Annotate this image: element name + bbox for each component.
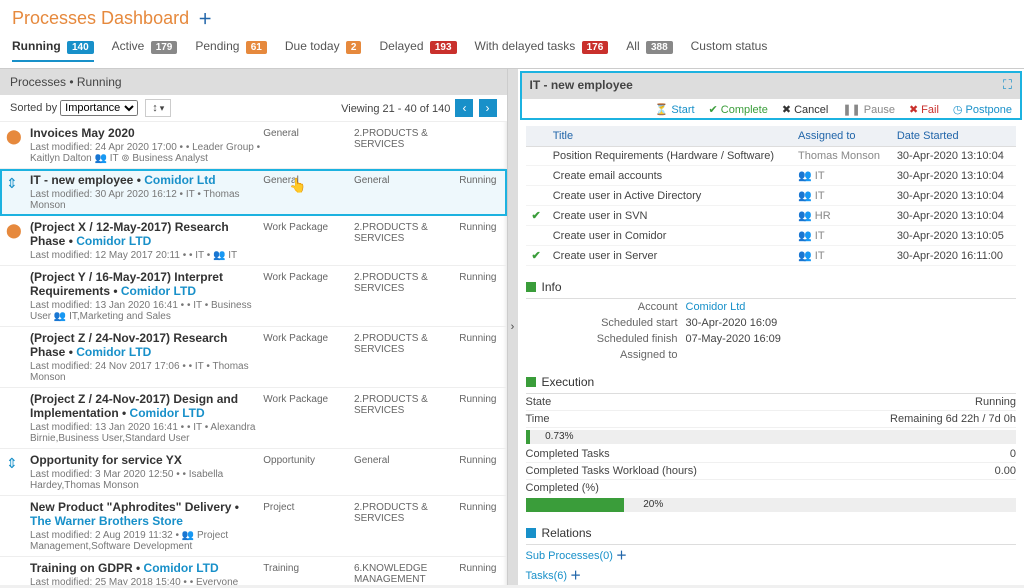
process-row[interactable]: (Project Z / 24-Nov-2017) Design and Imp… <box>0 388 507 449</box>
tab-due-today[interactable]: Due today 2 <box>285 39 362 54</box>
relations-header: Relations <box>542 526 592 540</box>
tab-pending[interactable]: Pending 61 <box>195 39 267 54</box>
start-button[interactable]: ⏳ Start <box>655 103 695 116</box>
process-list[interactable]: ⬤Invoices May 2020Last modified: 24 Apr … <box>0 122 507 585</box>
execution-header: Execution <box>542 375 595 389</box>
col-title[interactable]: Title <box>547 126 792 147</box>
account-link[interactable]: Comidor Ltd <box>686 301 746 313</box>
check-icon: ✔ <box>532 250 541 262</box>
tasks-link[interactable]: Tasks(6) ＋ <box>526 565 1017 585</box>
execution-icon <box>526 377 536 387</box>
info-icon <box>526 282 536 292</box>
info-header: Info <box>542 280 562 294</box>
pause-button[interactable]: ❚❚ Pause <box>842 103 895 116</box>
process-account-link[interactable]: Comidor LTD <box>76 234 151 248</box>
process-row[interactable]: ⬤Invoices May 2020Last modified: 24 Apr … <box>0 122 507 169</box>
task-row[interactable]: ✔Create user in SVN👥 HR30-Apr-2020 13:10… <box>526 206 1017 226</box>
process-account-link[interactable]: Comidor LTD <box>144 561 219 575</box>
add-process-icon[interactable]: ＋ <box>198 11 212 27</box>
warning-icon: ⬤ <box>6 128 22 145</box>
splitter[interactable]: › <box>508 69 518 585</box>
viewing-label: Viewing 21 - 40 of 140 <box>341 103 450 115</box>
task-row[interactable]: Create user in Active Directory👥 IT30-Ap… <box>526 186 1017 206</box>
process-row[interactable]: ⇕👆IT - new employee • Comidor LtdLast mo… <box>0 169 507 216</box>
process-row[interactable]: (Project Z / 24-Nov-2017) Research Phase… <box>0 327 507 388</box>
task-row[interactable]: Create user in Comidor👥 IT30-Apr-2020 13… <box>526 226 1017 246</box>
sub-processes-link[interactable]: Sub Processes(0) ＋ <box>526 545 1017 565</box>
fail-button[interactable]: ✖ Fail <box>909 103 939 116</box>
process-account-link[interactable]: Comidor LTD <box>76 345 151 359</box>
process-row[interactable]: Training on GDPR • Comidor LTDLast modif… <box>0 557 507 585</box>
process-row[interactable]: New Product "Aphrodites" Delivery • The … <box>0 496 507 557</box>
warning-icon: ⬤ <box>6 222 22 239</box>
process-account-link[interactable]: The Warner Brothers Store <box>30 514 183 528</box>
process-row[interactable]: (Project Y / 16-May-2017) Interpret Requ… <box>0 266 507 327</box>
process-row[interactable]: ⬤(Project X / 12-May-2017) Research Phas… <box>0 216 507 266</box>
col-assigned[interactable]: Assigned to <box>792 126 891 147</box>
task-row[interactable]: ✔Create user in Server👥 IT30-Apr-2020 16… <box>526 246 1017 266</box>
process-account-link[interactable]: Comidor Ltd <box>144 173 215 187</box>
chevron-right-icon: › <box>511 321 515 333</box>
check-icon: ✔ <box>532 210 541 222</box>
completed-progress: 20% <box>526 498 1017 512</box>
page-title: Processes Dashboard <box>12 8 189 29</box>
priority-icon: ⇕ <box>6 175 18 192</box>
detail-title: IT - new employee <box>530 78 633 92</box>
process-account-link[interactable]: Comidor LTD <box>121 284 196 298</box>
process-account-link[interactable]: Comidor LTD <box>130 406 205 420</box>
tab-active[interactable]: Active 179 <box>112 39 178 54</box>
time-progress: 0.73% <box>526 430 1017 444</box>
tab-custom-status[interactable]: Custom status <box>691 39 768 53</box>
sort-select[interactable]: Importance <box>60 100 138 116</box>
tab-with-delayed-tasks[interactable]: With delayed tasks 176 <box>475 39 609 54</box>
cancel-button[interactable]: ✖ Cancel <box>782 103 828 116</box>
relations-icon <box>526 528 536 538</box>
left-panel-title: Processes • Running <box>10 75 122 89</box>
col-date[interactable]: Date Started <box>891 126 1016 147</box>
tab-all[interactable]: All 388 <box>626 39 672 54</box>
postpone-button[interactable]: ◷ Postpone <box>953 103 1012 116</box>
task-row[interactable]: Create email accounts👥 IT30-Apr-2020 13:… <box>526 166 1017 186</box>
tasks-table: Title Assigned to Date Started Position … <box>526 126 1017 266</box>
sort-direction-button[interactable]: ↕ ▾ <box>145 99 171 117</box>
next-page-button[interactable]: › <box>479 99 497 117</box>
prev-page-button[interactable]: ‹ <box>455 99 473 117</box>
task-row[interactable]: Position Requirements (Hardware / Softwa… <box>526 147 1017 166</box>
priority-icon: ⇕ <box>6 455 18 472</box>
maximize-icon[interactable]: ⛶ <box>1003 77 1012 93</box>
tab-running[interactable]: Running 140 <box>12 39 94 62</box>
tab-delayed[interactable]: Delayed 193 <box>379 39 456 54</box>
filter-tabs: Running 140 Active 179 Pending 61 Due today… <box>0 33 1024 69</box>
complete-button[interactable]: ✔ Complete <box>709 103 768 116</box>
process-row[interactable]: ⇕Opportunity for service YXLast modified… <box>0 449 507 496</box>
sorted-by-label: Sorted by <box>10 102 57 114</box>
